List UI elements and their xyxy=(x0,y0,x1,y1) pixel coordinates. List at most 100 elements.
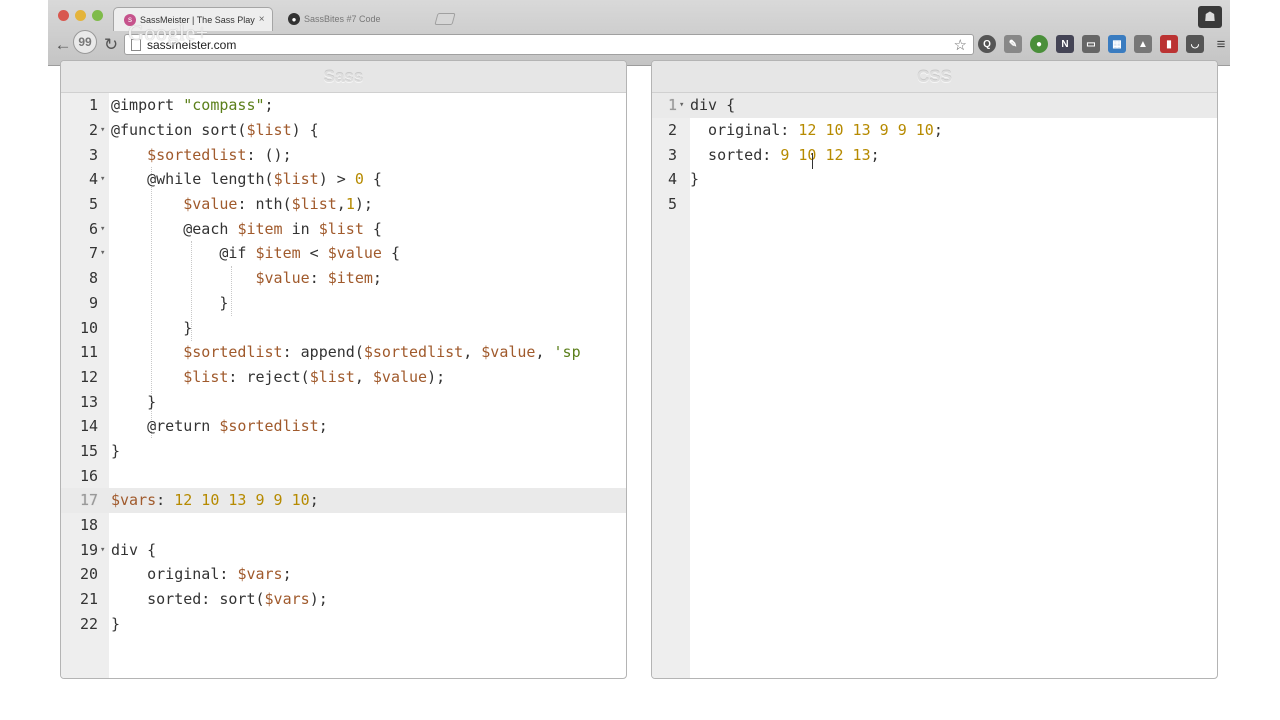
line-number: 6 xyxy=(88,219,98,238)
profile-icon[interactable]: ☗ xyxy=(1198,6,1222,28)
line-number: 12 xyxy=(79,367,98,386)
fold-arrow-icon[interactable]: ▾ xyxy=(99,125,109,135)
close-window-button[interactable] xyxy=(58,10,69,21)
code-line[interactable]: 22} xyxy=(61,611,626,636)
code-line[interactable]: 17 $vars: 12 10 13 9 9 10; xyxy=(61,488,626,513)
back-icon[interactable]: ← xyxy=(52,35,74,55)
code-line[interactable]: 5 $value: nth($list,1); xyxy=(61,192,626,217)
code-token: , xyxy=(535,343,554,362)
code-token: @each xyxy=(111,219,238,238)
code-line[interactable]: 5 xyxy=(652,192,1217,217)
line-number: 10 xyxy=(79,318,98,337)
css-editor[interactable]: 1 ▾ div {2 original: 12 10 13 9 9 10; 3 sor… xyxy=(652,93,1217,678)
code-line[interactable]: 1 @import "compass"; xyxy=(61,93,626,118)
code-line[interactable]: 4 ▾ @while length($list) > 0 { xyxy=(61,167,626,192)
code-line[interactable]: 2 original: 12 10 13 9 9 10; xyxy=(652,118,1217,143)
fold-arrow-icon[interactable]: ▾ xyxy=(99,224,109,234)
reload-icon[interactable]: ↻ xyxy=(100,35,122,55)
code-text: $sortedlist: append($sortedlist, $value,… xyxy=(109,343,580,362)
code-token: ) { xyxy=(291,121,319,140)
line-number: 1 xyxy=(88,96,98,115)
line-number: 9 xyxy=(88,293,98,312)
close-tab-icon[interactable]: × xyxy=(259,14,265,25)
code-token: ) > xyxy=(318,170,355,189)
code-token: ); xyxy=(309,590,328,609)
code-token: $list xyxy=(309,367,355,386)
code-line[interactable]: 19 ▾ div { xyxy=(61,537,626,562)
fold-arrow-icon[interactable]: ▾ xyxy=(678,100,688,110)
code-token: 12 10 13 9 9 10 xyxy=(174,491,310,510)
code-token: $value xyxy=(372,367,428,386)
code-line[interactable]: 21 sorted: sort($vars); xyxy=(61,587,626,612)
code-token: } xyxy=(690,170,700,189)
code-token: } xyxy=(111,392,157,411)
code-line[interactable]: 12 $list: reject($list, $value); xyxy=(61,365,626,390)
code-line[interactable]: 11 $sortedlist: append($sortedlist, $val… xyxy=(61,340,626,365)
fold-arrow-icon[interactable]: ▾ xyxy=(99,174,109,184)
extension-pin-icon[interactable]: ✎ xyxy=(1004,35,1022,53)
star-icon[interactable]: ☆ xyxy=(954,36,967,54)
line-number: 4 xyxy=(667,170,677,189)
code-line[interactable]: 7 ▾ @if $item < $value { xyxy=(61,241,626,266)
extension-n-icon[interactable]: N xyxy=(1056,35,1074,53)
code-line[interactable]: 8 $value: $item; xyxy=(61,266,626,291)
zoom-window-button[interactable] xyxy=(92,10,103,21)
code-line[interactable]: 15} xyxy=(61,439,626,464)
code-token: $sortedlist xyxy=(363,343,464,362)
code-text: $list: reject($list, $value); xyxy=(109,368,445,386)
address-bar[interactable]: sassmeister.com ☆ xyxy=(124,34,974,55)
line-number: 3 xyxy=(88,145,98,164)
code-line[interactable]: 10 } xyxy=(61,315,626,340)
code-token: ; xyxy=(264,96,274,115)
code-token: @import xyxy=(111,96,184,115)
code-line[interactable]: 9 } xyxy=(61,291,626,316)
code-token: 0 xyxy=(354,170,364,189)
new-tab-button[interactable] xyxy=(434,13,456,25)
code-line[interactable]: 16 xyxy=(61,463,626,488)
extension-book-icon[interactable]: ▮ xyxy=(1160,35,1178,53)
code-token: , xyxy=(463,343,482,362)
code-line[interactable]: 18 xyxy=(61,513,626,538)
code-line[interactable]: 14 @return $sortedlist; xyxy=(61,414,626,439)
code-token: } xyxy=(111,293,229,312)
extension-screen-icon[interactable]: ▭ xyxy=(1082,35,1100,53)
code-text: } xyxy=(109,442,120,460)
code-line[interactable]: 2 ▾ @function sort($list) { xyxy=(61,118,626,143)
code-token: $value xyxy=(255,269,310,288)
extension-q-icon[interactable]: Q xyxy=(978,35,996,53)
line-number: 5 xyxy=(88,195,98,214)
code-line[interactable]: 4} xyxy=(652,167,1217,192)
code-token: original: xyxy=(690,121,799,140)
fold-arrow-icon[interactable]: ▾ xyxy=(99,545,109,555)
code-token: ; xyxy=(933,121,943,140)
code-line[interactable]: 1 ▾ div { xyxy=(652,93,1217,118)
menu-icon[interactable]: ≡ xyxy=(1212,35,1230,53)
code-lines: 1 @import "compass"; 2 ▾ @function sort($lis… xyxy=(61,93,626,636)
code-token: $sortedlist xyxy=(219,417,319,436)
code-token: sorted: xyxy=(690,145,781,164)
fold-arrow-icon[interactable]: ▾ xyxy=(99,248,109,258)
extension-grid-icon[interactable]: ▦ xyxy=(1108,35,1126,53)
line-number: 4 xyxy=(88,170,98,189)
minimize-window-button[interactable] xyxy=(75,10,86,21)
code-line[interactable]: 3 sorted: 9 10 12 13; xyxy=(652,142,1217,167)
code-text: @if $item < $value { xyxy=(109,244,400,262)
code-token: } xyxy=(111,318,193,337)
code-line[interactable]: 6 ▾ @each $item in $list { xyxy=(61,216,626,241)
code-token: : xyxy=(309,269,328,288)
extension-location-icon[interactable]: ● xyxy=(1030,35,1048,53)
line-number: 19 xyxy=(79,540,98,559)
extension-pocket-icon[interactable]: ◡ xyxy=(1186,35,1204,53)
tab-sassbites[interactable]: ● SassBites #7 Code xyxy=(278,7,428,31)
code-line[interactable]: 3 $sortedlist: (); xyxy=(61,142,626,167)
code-token: @return xyxy=(111,417,220,436)
code-line[interactable]: 20 original: $vars; xyxy=(61,562,626,587)
code-token: $item xyxy=(327,269,373,288)
hangout-icon[interactable]: 99 xyxy=(73,30,97,54)
code-text: } xyxy=(109,319,192,337)
sass-editor[interactable]: 1 @import "compass"; 2 ▾ @function sort($lis… xyxy=(61,93,626,678)
code-line[interactable]: 13 } xyxy=(61,389,626,414)
extension-bag-icon[interactable]: ▲ xyxy=(1134,35,1152,53)
